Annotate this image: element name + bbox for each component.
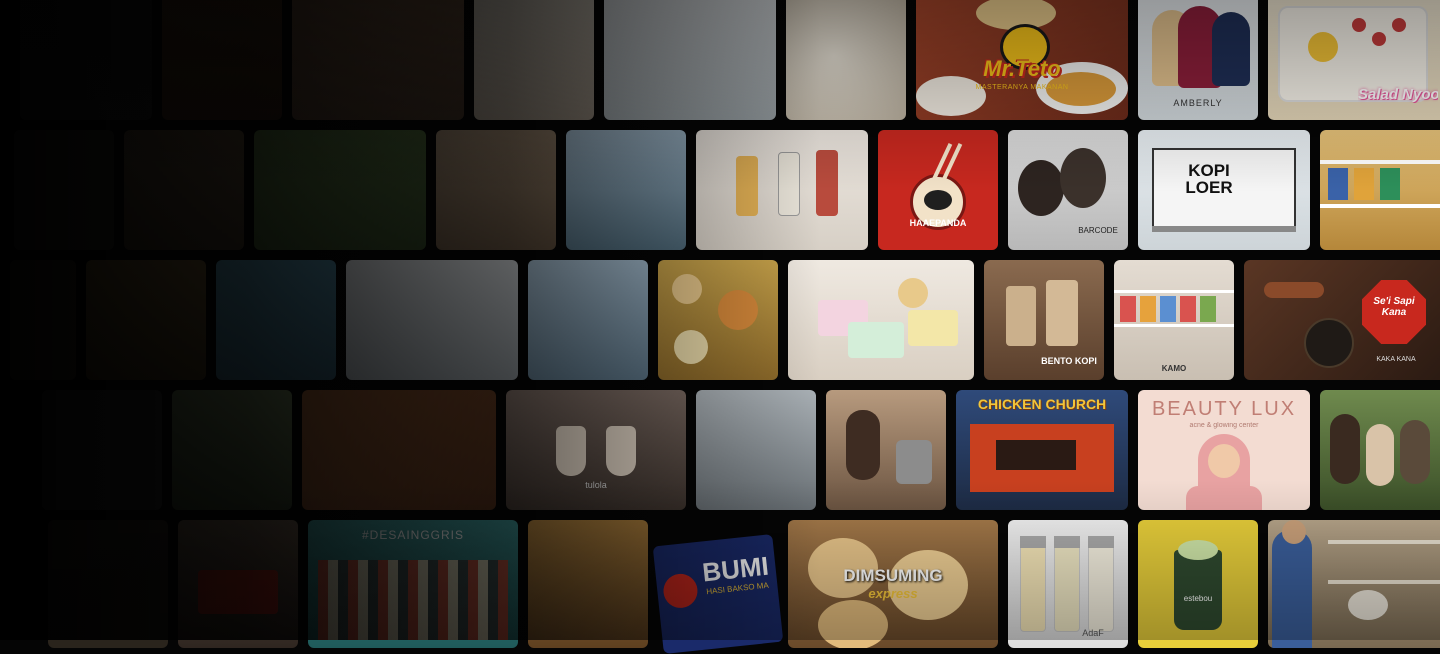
tile-saladnyoo: Salad Nyoo	[1268, 0, 1440, 120]
adaf-logo: AdaF	[1082, 628, 1104, 638]
tile-macarons	[788, 260, 974, 380]
tile-warehouse	[528, 520, 648, 648]
mrteto-tagline: MASTERANYA MAKANAN	[975, 84, 1069, 91]
tile-aerial-field	[254, 130, 426, 250]
tile-honda-store	[346, 260, 518, 380]
kopiloer-logo: KOPI LOER	[1185, 162, 1233, 196]
barcode-logo: BARCODE	[1078, 226, 1118, 235]
tile-goat-farm	[1268, 520, 1440, 648]
sesapi-sub: KAKA KANA	[1376, 356, 1416, 363]
tile-drink-bottles	[696, 130, 868, 250]
tile-adaf: AdaF	[1008, 520, 1128, 648]
tile-snack-shelf	[1320, 130, 1440, 250]
tile-bumi: BUMI HASI BAKSO MA	[652, 534, 784, 654]
bentokopi-logo: BENTO KOPI	[1041, 356, 1097, 366]
beautylux-sub: acne & glowing center	[1189, 422, 1259, 429]
tile-amberly: AMBERLY	[1138, 0, 1258, 120]
tile-dark-2	[14, 130, 114, 250]
tile-estebou: estebou	[1138, 520, 1258, 648]
tile-barcode: BARCODE	[1008, 130, 1128, 250]
tile-store-shelf	[124, 130, 244, 250]
dimsuming-logo: DIMSUMING	[843, 566, 943, 585]
tile-food-dark	[86, 260, 206, 380]
tile-boats	[566, 130, 686, 250]
saladnyoo-logo: Salad Nyoo	[1358, 86, 1438, 103]
tile-desainggris: #DESAINGGRIS	[308, 520, 518, 648]
tile-dark-1	[20, 0, 152, 120]
tile-chickens	[786, 0, 906, 120]
tile-mrteto: Mr.Teto MASTERANYA MAKANAN	[916, 0, 1128, 120]
tile-kopiloer: KOPI LOER	[1138, 130, 1310, 250]
tile-dark-3	[10, 260, 76, 380]
tile-fries	[302, 390, 496, 510]
tile-haaepanda: HAAEPANDA	[878, 130, 998, 250]
tile-bottle	[162, 0, 282, 120]
beautylux-logo: BEAUTY LUX	[1151, 398, 1297, 420]
tile-sesapi: Se'i Sapi Kana KAKA KANA	[1244, 260, 1440, 380]
tile-farmers	[1320, 390, 1440, 510]
tile-dark-5	[48, 520, 168, 648]
tile-fishing-rod	[216, 260, 336, 380]
brand-mosaic: Mr.Teto MASTERANYA MAKANAN AMBERLY Salad…	[0, 0, 1440, 654]
tile-lab-worker	[528, 260, 648, 380]
tile-food-spread	[658, 260, 778, 380]
tile-coffee-roaster	[826, 390, 946, 510]
tile-trucks	[696, 390, 816, 510]
tile-red-truck	[178, 520, 298, 648]
estebou-logo: estebou	[1183, 594, 1213, 603]
mrteto-logo: Mr.Teto	[983, 56, 1061, 81]
tile-rooftop	[292, 0, 464, 120]
amberly-logo: AMBERLY	[1173, 98, 1223, 108]
sesapi-logo: Se'i Sapi Kana	[1373, 296, 1415, 318]
tile-pastry-box	[474, 0, 594, 120]
tile-tulola: tulola	[506, 390, 686, 510]
tile-beautylux: BEAUTY LUX acne & glowing center	[1138, 390, 1310, 510]
tile-kamo: KAMO	[1114, 260, 1234, 380]
tile-map-field	[172, 390, 292, 510]
tulola-logo: tulola	[585, 480, 607, 490]
tile-chickenchurch: CHICKEN CHURCH	[956, 390, 1128, 510]
haaepanda-logo: HAAEPANDA	[909, 218, 967, 228]
tile-bentokopi: BENTO KOPI	[984, 260, 1104, 380]
tile-coffee-pour	[436, 130, 556, 250]
tile-dark-4	[42, 390, 162, 510]
kamo-logo: KAMO	[1161, 364, 1187, 373]
desainggris-logo: #DESAINGGRIS	[361, 528, 465, 542]
dimsuming-sub: express	[868, 586, 918, 601]
tile-dimsuming: DIMSUMING express	[788, 520, 998, 648]
tile-factory-workers	[604, 0, 776, 120]
chickenchurch-logo: CHICKEN CHURCH	[977, 396, 1107, 412]
